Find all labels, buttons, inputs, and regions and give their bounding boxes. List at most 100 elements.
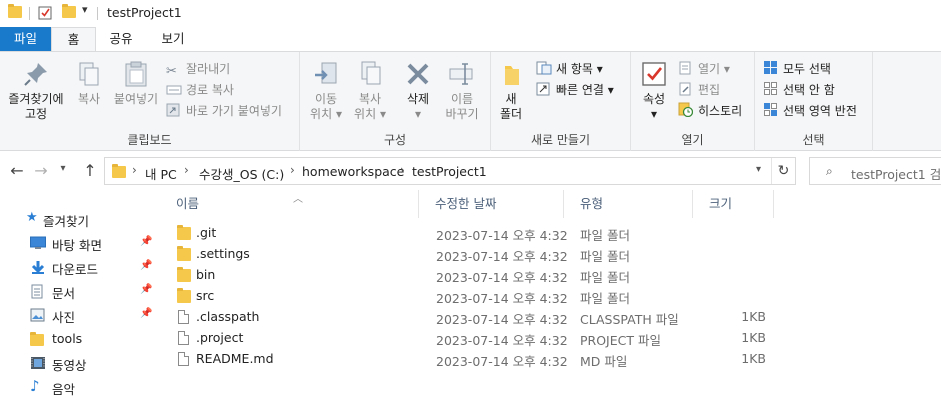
copy-path-label: 경로 복사: [186, 83, 234, 97]
rename-label-line1: 이름: [450, 92, 474, 106]
easy-access-button[interactable]: 빠른 연결 ▾: [536, 80, 614, 100]
file-row[interactable]: README.md 2023-07-14 오후 4:32 MD 파일 1KB: [160, 349, 941, 370]
tab-share[interactable]: 공유: [96, 27, 146, 51]
copy-path-button[interactable]: 경로 복사: [166, 80, 234, 100]
file-row[interactable]: .classpath 2023-07-14 오후 4:32 CLASSPATH …: [160, 307, 941, 328]
new-group: 새 폴더 새 항목 ▾ 빠른 연결 ▾ 새로 만들기: [491, 52, 631, 151]
column-header-size[interactable]: 크기: [693, 190, 773, 218]
nav-item-documents[interactable]: 문서 📌: [0, 279, 160, 303]
move-to-icon: [312, 60, 340, 88]
paste-button[interactable]: 붙여넣기: [110, 60, 162, 107]
new-folder-button[interactable]: 새 폴더: [496, 60, 526, 122]
nav-item-desktop[interactable]: 바탕 화면 📌: [0, 231, 160, 255]
column-header-type[interactable]: 유형: [564, 190, 692, 218]
new-folder-label-line1: 새: [505, 92, 517, 106]
pin-icon[interactable]: 📌: [140, 308, 152, 319]
file-row[interactable]: bin 2023-07-14 오후 4:32 파일 폴더: [160, 265, 941, 286]
pin-icon[interactable]: 📌: [140, 236, 152, 247]
nav-item-videos[interactable]: 동영상: [0, 351, 160, 375]
select-all-button[interactable]: 모두 선택: [763, 59, 831, 79]
folder-icon: [177, 288, 191, 303]
file-type: 파일 폴더: [580, 270, 630, 285]
column-header-name[interactable]: ︿ 이름: [160, 190, 418, 218]
paste-icon: [122, 60, 150, 88]
download-icon: [30, 260, 46, 274]
folder-icon: [177, 225, 191, 240]
move-to-label-line2: 위치 ▾: [310, 107, 342, 121]
open-label: 열기: [698, 62, 721, 76]
breadcrumb-testproject1[interactable]: testProject1: [412, 164, 487, 179]
folder-icon: [177, 267, 191, 282]
chevron-right-icon[interactable]: ›: [290, 163, 295, 177]
file-size: 1KB: [741, 330, 766, 345]
pin-icon[interactable]: 📌: [140, 284, 152, 295]
breadcrumb-homeworkspace[interactable]: homeworkspace: [302, 164, 404, 179]
file-date: 2023-07-14 오후 4:32: [436, 228, 568, 243]
new-item-button[interactable]: 새 항목 ▾: [536, 59, 603, 79]
copy-to-button[interactable]: 복사 위치 ▾: [350, 60, 390, 122]
select-group: 모두 선택 선택 안 함 선택 영역 반전 선택: [755, 52, 873, 151]
column-divider[interactable]: [773, 190, 774, 218]
copy-to-icon: [356, 60, 384, 88]
nav-item-tools[interactable]: tools: [0, 327, 160, 351]
column-header-date[interactable]: 수정한 날짜: [419, 190, 563, 218]
forward-arrow-icon[interactable]: →: [31, 161, 51, 180]
pin-icon[interactable]: 📌: [140, 260, 152, 271]
file-row[interactable]: .settings 2023-07-14 오후 4:32 파일 폴더: [160, 244, 941, 265]
properties-label: 속성: [642, 92, 666, 106]
copy-to-label-line1: 복사: [358, 92, 382, 106]
file-name: .settings: [196, 246, 250, 261]
organize-group: 이동 위치 ▾ 복사 위치 ▾ 삭제 ▾ 이름 바꾸기 구성: [300, 52, 491, 151]
breadcrumb-this-pc[interactable]: 내 PC: [145, 164, 177, 183]
copy-path-icon: [166, 82, 182, 96]
properties-quick-icon[interactable]: [38, 5, 53, 23]
delete-icon: [404, 60, 432, 88]
search-input[interactable]: ⌕ testProject1 검색: [809, 157, 941, 185]
refresh-icon[interactable]: ↻: [771, 158, 795, 184]
chevron-right-icon[interactable]: ›: [400, 163, 405, 177]
tab-file[interactable]: 파일: [0, 27, 51, 51]
desktop-icon: [30, 236, 46, 250]
select-none-button[interactable]: 선택 안 함: [763, 80, 835, 100]
rename-button[interactable]: 이름 바꾸기: [440, 60, 484, 122]
column-header-type-label: 유형: [580, 196, 604, 211]
nav-item-music[interactable]: ♪ 음악: [0, 375, 160, 399]
quick-access-dropdown-icon[interactable]: ▾: [82, 3, 88, 16]
delete-button[interactable]: 삭제 ▾: [400, 60, 436, 122]
back-arrow-icon[interactable]: ←: [7, 161, 27, 180]
star-icon: ★: [26, 210, 38, 225]
up-arrow-icon[interactable]: ↑: [80, 161, 100, 180]
history-button[interactable]: 히스토리: [678, 101, 742, 121]
breadcrumb-drive[interactable]: 수강생_OS (C:): [199, 164, 284, 183]
open-button[interactable]: 열기 ▾: [678, 59, 730, 79]
properties-button[interactable]: 속성 ▾: [637, 60, 671, 122]
nav-item-label: 문서: [52, 286, 76, 301]
address-dropdown-icon[interactable]: ▾: [756, 164, 761, 175]
search-icon: ⌕: [826, 164, 833, 178]
pictures-icon: [30, 308, 46, 322]
file-row[interactable]: .git 2023-07-14 오후 4:32 파일 폴더: [160, 223, 941, 244]
new-folder-quick-icon[interactable]: [62, 4, 76, 18]
chevron-right-icon[interactable]: ›: [184, 163, 189, 177]
recent-locations-dropdown-icon[interactable]: ▾: [53, 163, 73, 174]
edit-button[interactable]: 편집: [678, 80, 720, 100]
tab-view[interactable]: 보기: [146, 27, 200, 51]
address-bar[interactable]: › 내 PC › 수강생_OS (C:) › homeworkspace › t…: [104, 157, 796, 185]
move-to-button[interactable]: 이동 위치 ▾: [306, 60, 346, 122]
file-name: .project: [196, 330, 244, 345]
chevron-right-icon[interactable]: ›: [132, 163, 137, 177]
title-bar: ▾ testProject1: [0, 0, 941, 27]
copy-button[interactable]: 복사: [70, 60, 108, 107]
file-row[interactable]: src 2023-07-14 오후 4:32 파일 폴더: [160, 286, 941, 307]
tab-home[interactable]: 홈: [51, 27, 96, 51]
file-row[interactable]: .project 2023-07-14 오후 4:32 PROJECT 파일 1…: [160, 328, 941, 349]
nav-item-downloads[interactable]: 다운로드 📌: [0, 255, 160, 279]
nav-item-pictures[interactable]: 사진 📌: [0, 303, 160, 327]
nav-quick-access[interactable]: ★ 즐겨찾기: [0, 207, 160, 231]
folder-icon: [8, 4, 22, 18]
paste-shortcut-button[interactable]: 바로 가기 붙여넣기: [166, 101, 282, 121]
invert-selection-button[interactable]: 선택 영역 반전: [763, 101, 857, 121]
pin-to-quick-access-button[interactable]: 즐겨찾기에 고정: [4, 60, 68, 122]
file-size: 1KB: [741, 351, 766, 366]
cut-button[interactable]: ✂ 잘라내기: [166, 59, 230, 79]
